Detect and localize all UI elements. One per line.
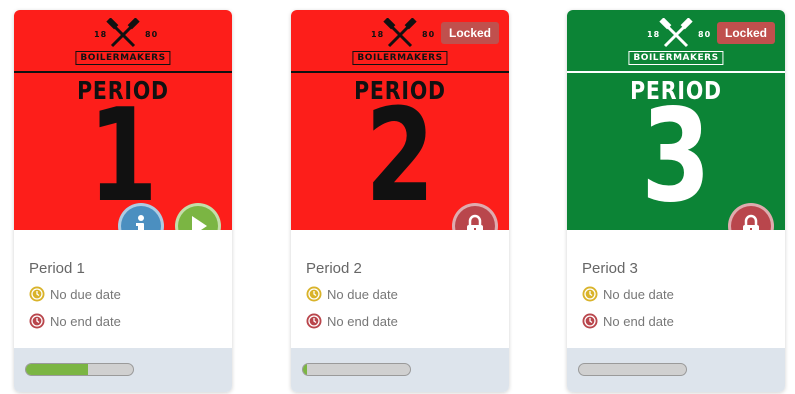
clock-end-icon	[29, 313, 45, 329]
logo-brand: BOILERMAKERS	[352, 51, 448, 65]
due-date-row: No due date	[582, 285, 674, 303]
logo-divider	[14, 71, 232, 73]
card-body: Period 3 No due date No end date	[567, 230, 785, 348]
due-date-text: No due date	[603, 286, 674, 302]
logo-year-right: 80	[698, 30, 712, 39]
card-title: Period 2	[306, 260, 362, 277]
card-cover: 18 80 BOILERMAKERS PERIOD 1	[14, 10, 232, 249]
crossed-hammers-icon	[659, 18, 693, 48]
due-date-row: No due date	[29, 285, 121, 303]
end-date-text: No end date	[603, 313, 674, 329]
logo-year-right: 80	[422, 30, 436, 39]
card-body: Period 2 No due date No end date	[291, 230, 509, 348]
period-card-2[interactable]: 18 80 BOILERMAKERS Locked PERIOD 2 Perio…	[291, 10, 509, 392]
clock-end-icon	[306, 313, 322, 329]
clock-due-icon	[29, 286, 45, 302]
card-cover: 18 80 BOILERMAKERS Locked PERIOD 3	[567, 10, 785, 249]
card-body: Period 1 No due date No end date	[14, 230, 232, 348]
end-date-row: No end date	[29, 312, 121, 330]
card-cover: 18 80 BOILERMAKERS Locked PERIOD 2	[291, 10, 509, 249]
due-date-text: No due date	[50, 286, 121, 302]
clock-due-icon	[306, 286, 322, 302]
progress-bar	[578, 363, 687, 376]
card-title: Period 3	[582, 260, 638, 277]
end-date-text: No end date	[327, 313, 398, 329]
end-date-row: No end date	[306, 312, 398, 330]
locked-badge: Locked	[440, 22, 499, 44]
due-date-text: No due date	[327, 286, 398, 302]
card-footer	[567, 348, 785, 392]
period-card-3[interactable]: 18 80 BOILERMAKERS Locked PERIOD 3 Perio…	[567, 10, 785, 392]
progress-bar	[302, 363, 411, 376]
period-number: 3	[641, 82, 711, 231]
logo-brand: BOILERMAKERS	[75, 51, 171, 65]
progress-fill	[303, 364, 308, 375]
end-date-row: No end date	[582, 312, 674, 330]
card-footer	[14, 348, 232, 392]
end-date-text: No end date	[50, 313, 121, 329]
logo-brand: BOILERMAKERS	[628, 51, 724, 65]
clock-due-icon	[582, 286, 598, 302]
period-card-1[interactable]: 18 80 BOILERMAKERS PERIOD 1 Period 1 No …	[14, 10, 232, 392]
logo-year-right: 80	[145, 30, 159, 39]
progress-bar	[25, 363, 134, 376]
logo-divider	[291, 71, 509, 73]
crossed-hammers-icon	[383, 18, 417, 48]
crossed-hammers-icon	[106, 18, 140, 48]
boilermakers-logo: 18 80 BOILERMAKERS	[14, 18, 232, 66]
logo-divider	[567, 71, 785, 73]
period-number: 2	[365, 82, 435, 231]
progress-fill	[26, 364, 89, 375]
clock-end-icon	[582, 313, 598, 329]
due-date-row: No due date	[306, 285, 398, 303]
locked-badge: Locked	[716, 22, 775, 44]
period-number: 1	[88, 82, 158, 231]
card-footer	[291, 348, 509, 392]
card-title: Period 1	[29, 260, 85, 277]
